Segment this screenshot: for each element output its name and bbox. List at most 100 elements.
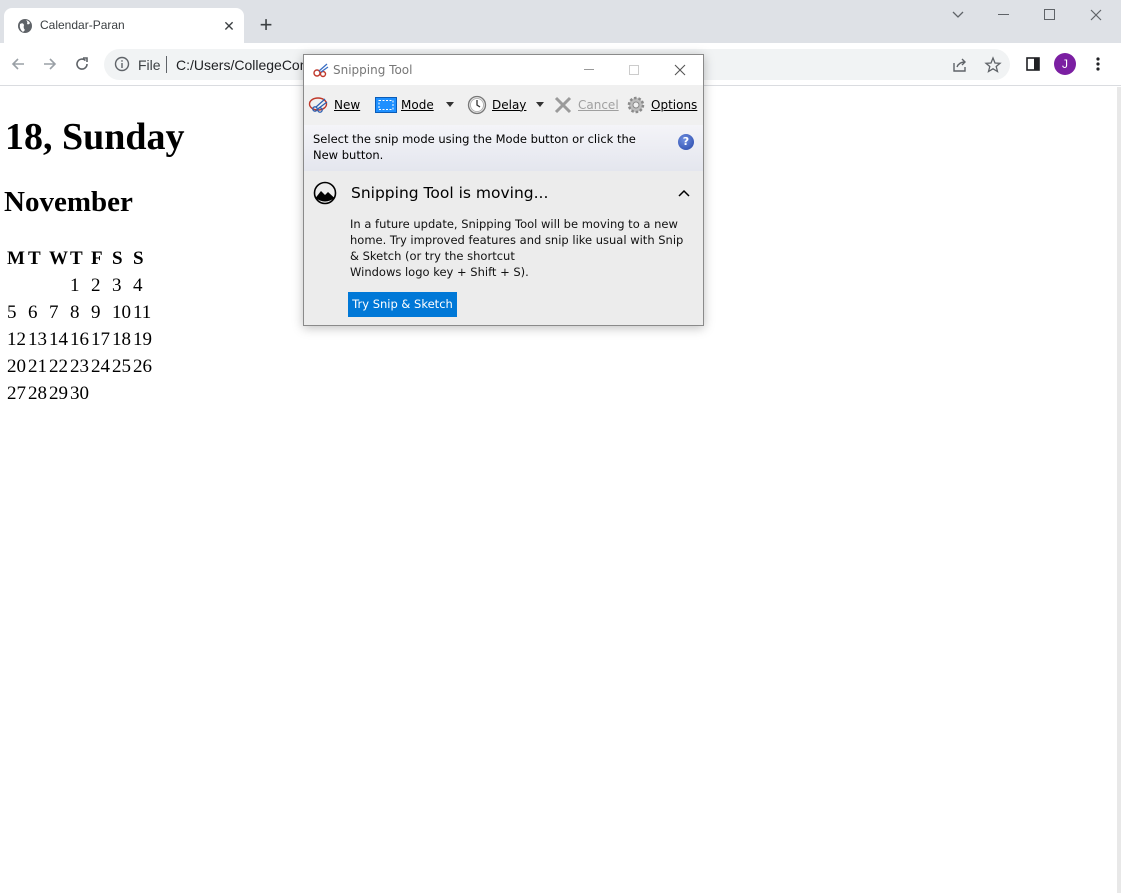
calendar-day-cell: 13: [28, 328, 47, 350]
delay-label: Delay: [492, 98, 527, 112]
calendar-day-cell: 22: [49, 355, 68, 377]
notice-body: In a future update, Snipping Tool will b…: [350, 216, 684, 280]
mode-button[interactable]: Mode: [375, 95, 434, 115]
calendar-day-cell: 6: [28, 301, 38, 323]
forward-arrow-icon[interactable]: [38, 52, 62, 76]
browser-tab[interactable]: Calendar-Paran ✕: [4, 8, 244, 43]
snipping-tool-moving-notice: Snipping Tool is moving... In a future u…: [304, 171, 703, 325]
calendar-day-cell: 20: [7, 355, 26, 377]
calendar-day-cell: 8: [70, 301, 80, 323]
mode-label: Mode: [401, 98, 434, 112]
minimize-icon[interactable]: [981, 4, 1027, 26]
calendar-day-cell: 11: [133, 301, 152, 323]
calendar-day-cell: 9: [91, 301, 101, 323]
weekday-header: S: [112, 247, 123, 269]
calendar-day-cell: 10: [112, 301, 131, 323]
calendar-day-cell: 28: [28, 382, 47, 404]
gear-icon: [625, 95, 647, 115]
snipping-tool-window: Snipping Tool New Mode Delay Cancel Opti…: [303, 54, 704, 326]
calendar-day-cell: 23: [70, 355, 89, 377]
notice-line: In a future update, Snipping Tool will b…: [350, 217, 678, 231]
calendar-day-cell: [49, 272, 68, 299]
new-snip-button[interactable]: New: [308, 95, 360, 115]
calendar-day-cell: [7, 272, 26, 299]
options-button[interactable]: Options: [625, 95, 697, 115]
calendar-day-cell: 7: [49, 301, 59, 323]
new-snip-icon: [308, 95, 330, 115]
help-icon[interactable]: ?: [678, 134, 694, 150]
weekday-header: T: [28, 247, 41, 269]
delay-dropdown-arrow-icon[interactable]: [536, 102, 544, 107]
notice-title: Snipping Tool is moving...: [351, 184, 549, 202]
bookmark-star-icon[interactable]: [984, 56, 1002, 74]
cancel-label: Cancel: [578, 98, 619, 112]
calendar-day-cell: 16: [70, 328, 89, 350]
calendar-week-row: 27 28 29 30: [7, 380, 152, 407]
calendar-day-cell: 21: [28, 355, 47, 377]
notice-line: home. Try improved features and snip lik…: [350, 233, 684, 247]
calendar-day-cell: 4: [133, 274, 143, 296]
globe-icon: [18, 19, 32, 33]
day-heading: 18, Sunday: [5, 116, 185, 158]
maximize-icon[interactable]: [1027, 4, 1073, 26]
mode-icon: [375, 95, 397, 115]
calendar-day-cell: 2: [91, 274, 101, 296]
reload-icon[interactable]: [70, 52, 94, 76]
calendar-day-cell: 14: [49, 328, 68, 350]
calendar-day-cell: 26: [133, 355, 152, 377]
calendar-day-cell: 17: [91, 328, 110, 350]
calendar-week-row: 12 13 14 16 17 18 19: [7, 326, 152, 353]
clock-icon: [466, 95, 488, 115]
mode-dropdown-arrow-icon[interactable]: [446, 102, 454, 107]
calendar-day-cell: 25: [112, 355, 131, 377]
weekday-header: M: [7, 247, 25, 269]
snip-hint-text: Select the snip mode using the Mode butt…: [313, 132, 636, 162]
snip-close-icon[interactable]: [658, 55, 702, 85]
calendar-day-cell: 29: [49, 382, 68, 404]
window-right-edge: [1117, 87, 1121, 893]
tab-search-icon[interactable]: [935, 4, 981, 26]
snipping-tool-title: Snipping Tool: [333, 63, 413, 77]
cancel-button[interactable]: Cancel: [552, 95, 619, 115]
calendar-day-cell: [112, 380, 131, 407]
calendar-day-cell: [133, 380, 152, 407]
calendar-table: M T W T F S S 1 2 3 4 5 6 7 8 9 10 11 12…: [5, 245, 154, 407]
month-heading: November: [4, 186, 133, 218]
snip-minimize-icon[interactable]: [567, 55, 611, 85]
calendar-day-cell: 3: [112, 274, 122, 296]
profile-avatar[interactable]: J: [1054, 53, 1076, 75]
calendar-day-cell: 12: [7, 328, 26, 350]
calendar-day-cell: 18: [112, 328, 131, 350]
new-tab-button[interactable]: +: [254, 14, 278, 38]
back-arrow-icon[interactable]: [6, 52, 30, 76]
calendar-week-row: 20 21 22 23 24 25 26: [7, 353, 152, 380]
info-icon[interactable]: [114, 56, 130, 72]
tab-close-icon[interactable]: ✕: [220, 17, 238, 35]
calendar-day-cell: 30: [70, 382, 89, 404]
snip-maximize-icon[interactable]: [612, 55, 656, 85]
calendar-day-cell: [28, 272, 47, 299]
new-snip-label: New: [334, 98, 361, 112]
snipping-tool-toolbar: New Mode Delay Cancel Options: [304, 85, 703, 123]
calendar-day-cell: 5: [7, 301, 17, 323]
try-snip-sketch-button[interactable]: Try Snip & Sketch: [348, 292, 457, 317]
snip-mode-hint: Select the snip mode using the Mode butt…: [304, 125, 703, 171]
notice-line: Windows logo key + Shift + S).: [350, 265, 529, 279]
side-panel-icon[interactable]: [1022, 53, 1044, 75]
snip-sketch-icon: [313, 181, 337, 205]
weekday-header: W: [49, 247, 68, 269]
snipping-tool-titlebar[interactable]: Snipping Tool: [304, 55, 703, 85]
more-menu-icon[interactable]: [1087, 53, 1109, 75]
calendar-day-cell: 1: [70, 274, 80, 296]
scissors-icon: [313, 63, 329, 78]
calendar-day-cell: [91, 380, 110, 407]
notice-line: & Sketch (or try the shortcut: [350, 249, 515, 263]
cancel-x-icon: [552, 95, 574, 115]
chevron-up-icon[interactable]: [677, 188, 691, 198]
calendar-day-cell: 27: [7, 382, 26, 404]
browser-tabstrip: Calendar-Paran ✕ +: [0, 0, 1121, 43]
share-icon[interactable]: [951, 56, 969, 74]
delay-button[interactable]: Delay: [466, 95, 526, 115]
close-window-icon[interactable]: [1073, 4, 1119, 26]
weekday-header: F: [91, 247, 103, 269]
